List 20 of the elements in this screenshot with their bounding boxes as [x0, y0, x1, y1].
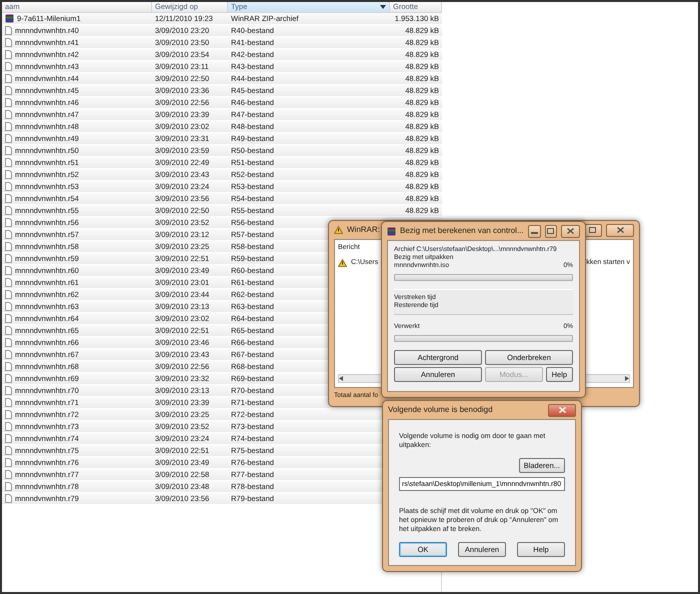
sort-caret-icon: [380, 5, 386, 9]
window-title: WinRAR:: [347, 224, 380, 236]
window-title: Volgende volume is benodigd: [388, 404, 493, 416]
close-icon: [558, 407, 566, 413]
close-button[interactable]: [548, 404, 576, 416]
close-icon: [567, 228, 574, 234]
scroll-right-icon: [625, 376, 629, 382]
maximize-button[interactable]: [544, 224, 558, 238]
window-title: Bezig met berekenen van control...: [400, 225, 524, 237]
archive-icon: [5, 14, 14, 23]
archive-icon: [387, 226, 396, 236]
close-button[interactable]: [561, 224, 580, 238]
scroll-left-icon: [339, 376, 343, 382]
maximize-icon: [589, 227, 596, 233]
close-button[interactable]: [606, 224, 634, 236]
warning-icon: [338, 258, 347, 267]
maximize-icon: [547, 228, 554, 234]
minimize-button[interactable]: [528, 224, 540, 238]
warning-icon: [334, 226, 343, 234]
close-icon: [616, 227, 624, 233]
